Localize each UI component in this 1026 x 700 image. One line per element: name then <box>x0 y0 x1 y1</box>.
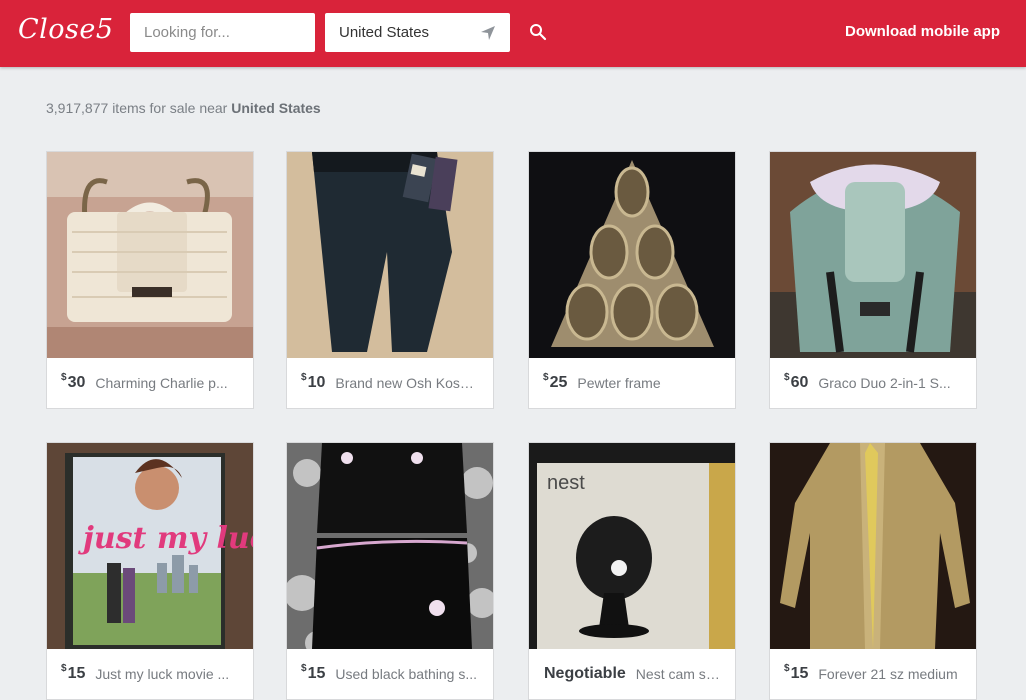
listing-image-dvd[interactable]: just my luck <box>47 443 253 649</box>
top-navigation-bar: Close5 United States Download mobile app <box>0 0 1026 67</box>
listing-card[interactable]: $60 Graco Duo 2-in-1 S... <box>769 151 977 409</box>
location-value: United States <box>339 24 430 41</box>
listing-image-pewter-frame[interactable] <box>529 152 735 358</box>
listing-card[interactable]: $10 Brand new Osh Kosh... <box>286 151 494 409</box>
listing-info: $15 Just my luck movie ... <box>47 649 253 699</box>
results-count: 3,917,877 items for sale near United Sta… <box>46 100 321 116</box>
listing-title: Just my luck movie ... <box>95 666 230 682</box>
listing-title: Used black bathing s... <box>335 666 477 682</box>
listing-card[interactable]: just my luck $15 Just my luck movie ... <box>46 442 254 700</box>
results-count-text: items for sale near <box>112 100 228 116</box>
listing-card[interactable]: $15 Forever 21 sz medium <box>769 442 977 700</box>
listing-title: Brand new Osh Kosh... <box>335 375 479 391</box>
listing-title: Graco Duo 2-in-1 S... <box>818 375 951 391</box>
listing-price: $25 <box>543 372 568 391</box>
nest-box-logo-text: nest <box>547 472 585 494</box>
results-location: United States <box>231 100 321 116</box>
listing-title: Nest cam sec... <box>635 666 721 682</box>
close5-logo[interactable]: Close5 <box>18 14 114 45</box>
listing-info: $30 Charming Charlie p... <box>47 358 253 408</box>
listing-price: $10 <box>301 372 326 391</box>
listing-info: $10 Brand new Osh Kosh... <box>287 358 493 408</box>
listing-card[interactable]: $30 Charming Charlie p... <box>46 151 254 409</box>
listing-image-nest-cam[interactable]: nest <box>529 443 735 649</box>
listing-price: $15 <box>301 663 326 682</box>
listing-title: Charming Charlie p... <box>95 375 228 391</box>
listing-image-handbag[interactable] <box>47 152 253 358</box>
listing-image-coat[interactable] <box>770 443 976 649</box>
listing-info: $60 Graco Duo 2-in-1 S... <box>770 358 976 408</box>
listing-price: $60 <box>784 372 809 391</box>
listing-info: $15 Forever 21 sz medium <box>770 649 976 699</box>
listing-image-jeans[interactable] <box>287 152 493 358</box>
search-input[interactable] <box>130 13 315 52</box>
location-field[interactable]: United States <box>325 13 510 52</box>
listing-price: $15 <box>61 663 86 682</box>
dvd-cover-art-text: just my luck <box>78 521 253 556</box>
listing-card[interactable]: $25 Pewter frame <box>528 151 736 409</box>
listing-price: $30 <box>61 372 86 391</box>
listing-image-swimsuit[interactable] <box>287 443 493 649</box>
listing-card[interactable]: $15 Used black bathing s... <box>286 442 494 700</box>
listing-card[interactable]: nest Negotiable Nest cam sec... <box>528 442 736 700</box>
location-arrow-icon[interactable] <box>480 25 496 41</box>
listing-title: Pewter frame <box>577 375 661 391</box>
search-icon[interactable] <box>529 23 547 41</box>
download-mobile-app-link[interactable]: Download mobile app <box>845 23 1000 40</box>
listing-price: $15 <box>784 663 809 682</box>
listing-info: $25 Pewter frame <box>529 358 735 408</box>
listing-info: $15 Used black bathing s... <box>287 649 493 699</box>
results-count-number: 3,917,877 <box>46 100 109 116</box>
listing-price: Negotiable <box>544 665 626 682</box>
listing-image-baby-seat[interactable] <box>770 152 976 358</box>
listing-info: Negotiable Nest cam sec... <box>529 649 735 699</box>
listing-title: Forever 21 sz medium <box>818 666 958 682</box>
